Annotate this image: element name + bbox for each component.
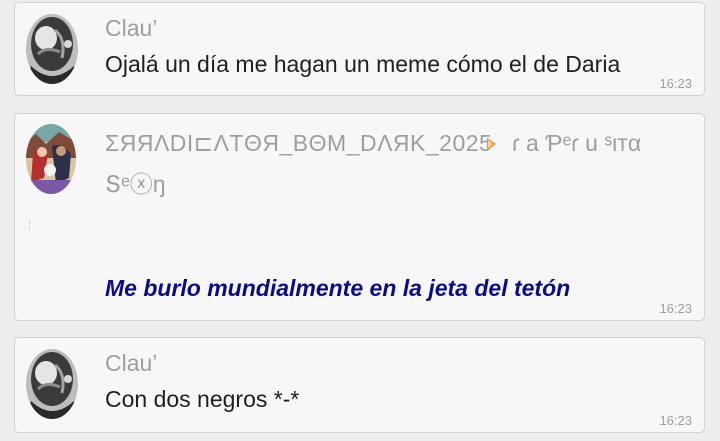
avatar[interactable] xyxy=(26,14,78,84)
message-text: Con dos negros *-* xyxy=(105,386,300,412)
timestamp: 16:23 xyxy=(659,413,692,428)
divider-marker xyxy=(29,220,32,230)
message-text: Ojalá un día me hagan un meme cómo el de… xyxy=(105,51,621,77)
avatar[interactable] xyxy=(26,349,78,419)
sender-name-extra-line: Տᵉⓧŋ xyxy=(105,171,166,197)
avatar[interactable] xyxy=(26,124,76,194)
chat-message[interactable]: Clau’ Con dos negros *-* 16:23 xyxy=(14,337,705,433)
sender-name[interactable]: Clau’ xyxy=(105,350,157,377)
chat-message[interactable]: Clau’ Ojalá un día me hagan un meme cómo… xyxy=(14,2,705,96)
timestamp: 16:23 xyxy=(659,301,692,316)
chat-message[interactable]: ΣЯЯΛDI⊏ΛTΘЯ_BΘM_DΛЯK_2025 ɾ a Ƥᵉɾ u ˢιтα… xyxy=(14,113,705,321)
message-text: Me burlo mundialmente en la jeta del tet… xyxy=(105,275,571,301)
sender-name[interactable]: ΣЯЯΛDI⊏ΛTΘЯ_BΘM_DΛЯK_2025 xyxy=(105,130,492,157)
play-badge-icon xyxy=(487,138,496,150)
sender-name-extra: ɾ a Ƥᵉɾ u ˢιтα xyxy=(512,130,642,156)
timestamp: 16:23 xyxy=(659,76,692,91)
sender-name[interactable]: Clau’ xyxy=(105,15,157,42)
